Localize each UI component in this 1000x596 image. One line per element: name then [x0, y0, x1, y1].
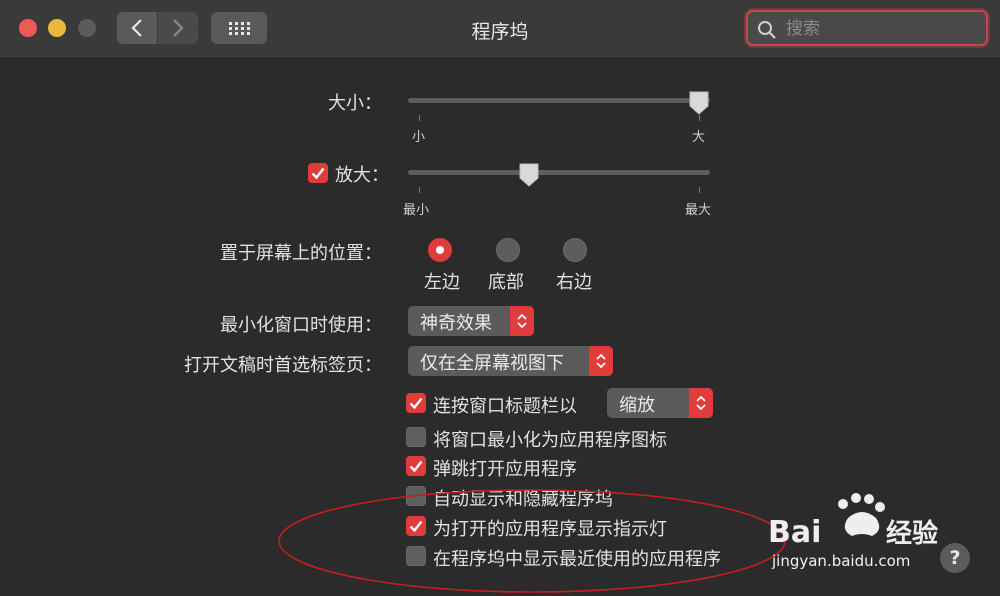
checkmark-icon [311, 167, 325, 180]
size-slider-thumb[interactable] [688, 90, 710, 116]
position-bottom-label: 底部 [488, 272, 524, 293]
position-left-radio[interactable] [428, 238, 452, 262]
position-label: 置于屏幕上的位置： [220, 243, 382, 264]
search-input[interactable] [784, 16, 978, 42]
position-right-radio[interactable] [563, 238, 587, 262]
minimize-effect-label: 最小化窗口时使用： [220, 315, 382, 336]
svg-text:经验: 经验 [886, 518, 938, 549]
size-tick-min [419, 115, 420, 121]
position-left-label: 左边 [424, 272, 460, 293]
checkmark-icon [409, 397, 423, 410]
double-click-checkbox[interactable] [406, 393, 426, 413]
search-icon [758, 21, 776, 39]
position-right-label: 右边 [556, 272, 592, 293]
double-click-action-select[interactable]: 缩放 [607, 388, 713, 418]
double-click-label: 连按窗口标题栏以 [433, 396, 577, 417]
double-click-action-value: 缩放 [619, 395, 655, 416]
size-min-label: 小 [412, 130, 426, 145]
prefer-tabs-select[interactable]: 仅在全屏幕视图下 [408, 346, 613, 376]
svg-text:Bai: Bai [768, 515, 821, 550]
size-tick-max [699, 115, 700, 121]
animate-opening-checkbox[interactable] [406, 456, 426, 476]
minimize-into-icon-checkbox[interactable] [406, 427, 426, 447]
prefer-tabs-label: 打开文稿时首选标签页： [184, 355, 382, 376]
magnification-label: 放大： [335, 165, 389, 186]
position-bottom-radio[interactable] [496, 238, 520, 262]
help-button[interactable]: ? [940, 543, 970, 573]
size-label: 大小： [328, 93, 382, 114]
magnification-slider-track[interactable] [408, 170, 710, 175]
watermark-url: jingyan.baidu.com [772, 552, 911, 570]
updown-arrow-icon [689, 388, 713, 418]
magnification-checkbox[interactable] [308, 163, 328, 183]
magnification-max-label: 最大 [685, 203, 712, 218]
animate-opening-label: 弹跳打开应用程序 [433, 459, 577, 480]
minimize-effect-value: 神奇效果 [420, 313, 492, 334]
minimize-into-icon-label: 将窗口最小化为应用程序图标 [433, 430, 667, 451]
size-max-label: 大 [692, 130, 706, 145]
annotation-ellipse [278, 489, 786, 593]
magnification-slider-thumb[interactable] [518, 162, 540, 188]
checkmark-icon [409, 460, 423, 473]
size-slider-track[interactable] [408, 98, 710, 103]
title-bar: 程序坞 [0, 0, 1000, 59]
updown-arrow-icon [589, 346, 613, 376]
prefer-tabs-value: 仅在全屏幕视图下 [420, 353, 564, 374]
magnification-tick-max [699, 187, 700, 193]
minimize-effect-select[interactable]: 神奇效果 [408, 306, 534, 336]
magnification-min-label: 最小 [403, 203, 430, 218]
magnification-tick-min [419, 187, 420, 193]
search-box[interactable] [746, 10, 988, 46]
updown-arrow-icon [510, 306, 534, 336]
